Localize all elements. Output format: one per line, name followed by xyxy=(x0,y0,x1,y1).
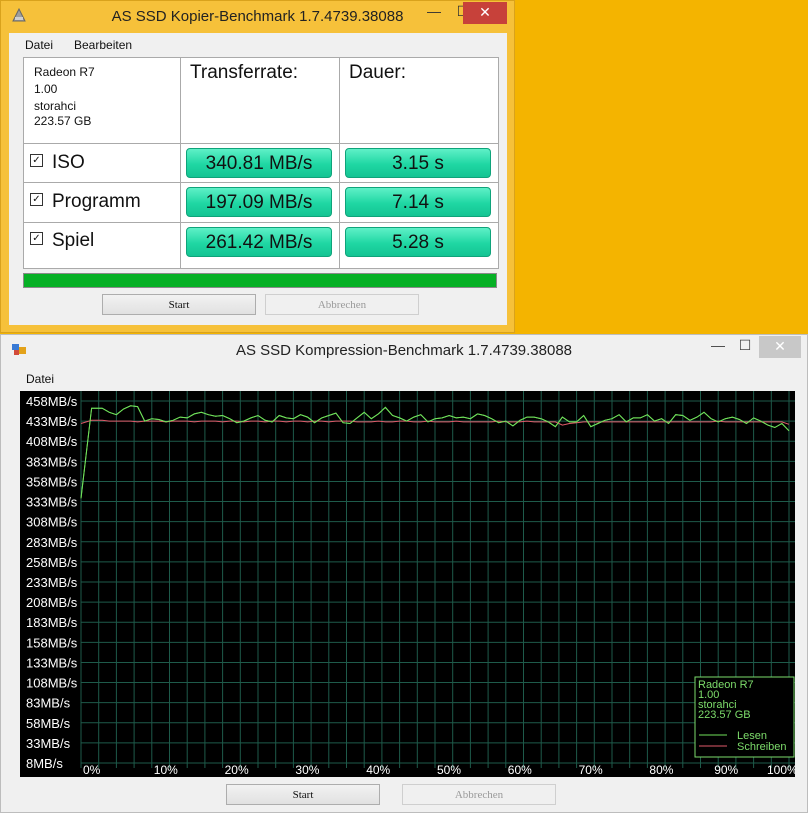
menu-bar: Datei xyxy=(9,367,801,389)
progress-fill xyxy=(24,274,496,287)
menu-datei[interactable]: Datei xyxy=(25,38,53,52)
spiel-label-text: Spiel xyxy=(52,230,95,251)
x-tick-label: 60% xyxy=(508,763,532,777)
row-iso-label[interactable]: ✓ ISO xyxy=(30,152,85,174)
y-tick-label: 233MB/s xyxy=(26,575,78,590)
y-tick-label: 458MB/s xyxy=(26,394,78,409)
copy-window-client: Datei Bearbeiten Radeon R7 1.00 storahci… xyxy=(9,33,507,325)
start-button[interactable]: Start xyxy=(226,784,380,805)
device-info: Radeon R7 1.00 storahci 223.57 GB xyxy=(34,64,95,130)
progress-bar xyxy=(23,273,497,288)
legend-entry-schreiben: Schreiben xyxy=(737,741,787,753)
minimize-button[interactable]: — xyxy=(705,335,731,357)
row-spiel-label[interactable]: ✓ Spiel xyxy=(30,230,94,252)
x-tick-label: 40% xyxy=(366,763,390,777)
device-version: 1.00 xyxy=(34,82,58,96)
iso-checkbox[interactable]: ✓ xyxy=(30,154,43,168)
y-tick-label: 108MB/s xyxy=(26,676,78,691)
spiel-checkbox[interactable]: ✓ xyxy=(30,232,43,246)
y-tick-label: 283MB/s xyxy=(26,535,78,550)
transfer-header: Transferrate: xyxy=(190,62,299,83)
programm-rate: 197.09 MB/s xyxy=(186,187,332,217)
menu-bearbeiten[interactable]: Bearbeiten xyxy=(74,38,132,52)
legend-size: 223.57 GB xyxy=(698,709,751,721)
x-tick-label: 0% xyxy=(83,763,101,777)
y-tick-label: 33MB/s xyxy=(26,736,71,751)
y-tick-label: 408MB/s xyxy=(26,434,78,449)
x-tick-label: 50% xyxy=(437,763,461,777)
y-tick-label: 133MB/s xyxy=(26,655,78,670)
iso-time: 3.15 s xyxy=(345,148,491,178)
y-tick-label: 308MB/s xyxy=(26,515,78,530)
y-tick-label: 58MB/s xyxy=(26,716,71,731)
x-tick-label: 20% xyxy=(225,763,249,777)
results-grid: Radeon R7 1.00 storahci 223.57 GB Transf… xyxy=(23,57,499,269)
maximize-button[interactable]: ☐ xyxy=(734,335,756,357)
y-tick-label: 358MB/s xyxy=(26,474,78,489)
x-tick-label: 100% xyxy=(767,763,795,777)
iso-label-text: ISO xyxy=(52,152,85,173)
x-tick-label: 70% xyxy=(579,763,603,777)
programm-label-text: Programm xyxy=(52,191,141,212)
y-tick-label: 383MB/s xyxy=(26,454,78,469)
menu-datei[interactable]: Datei xyxy=(26,372,54,386)
device-name: Radeon R7 xyxy=(34,65,95,79)
copy-benchmark-window: AS SSD Kopier-Benchmark 1.7.4739.38088 —… xyxy=(0,0,515,333)
y-tick-label: 83MB/s xyxy=(26,696,71,711)
minimize-button[interactable]: — xyxy=(419,1,449,23)
row-programm-label[interactable]: ✓ Programm xyxy=(30,191,141,213)
cancel-button[interactable]: Abbrechen xyxy=(265,294,419,315)
compression-window-title: AS SSD Kompression-Benchmark 1.7.4739.38… xyxy=(235,342,573,359)
iso-rate: 340.81 MB/s xyxy=(186,148,332,178)
y-tick-label: 333MB/s xyxy=(26,495,78,510)
y-tick-label: 183MB/s xyxy=(26,615,78,630)
x-tick-label: 90% xyxy=(714,763,738,777)
spiel-time: 5.28 s xyxy=(345,227,491,257)
close-button[interactable]: ✕ xyxy=(463,2,507,24)
programm-time: 7.14 s xyxy=(345,187,491,217)
close-button[interactable]: ✕ xyxy=(759,336,801,358)
chart-background xyxy=(20,391,795,777)
spiel-rate: 261.42 MB/s xyxy=(186,227,332,257)
menu-bar: Datei Bearbeiten xyxy=(9,33,507,55)
y-tick-label: 8MB/s xyxy=(26,756,63,771)
x-tick-label: 80% xyxy=(649,763,673,777)
y-tick-label: 208MB/s xyxy=(26,595,78,610)
y-tick-label: 158MB/s xyxy=(26,635,78,650)
duration-header: Dauer: xyxy=(349,62,407,83)
x-tick-label: 10% xyxy=(154,763,178,777)
x-tick-label: 30% xyxy=(295,763,319,777)
programm-checkbox[interactable]: ✓ xyxy=(30,193,43,207)
y-tick-label: 258MB/s xyxy=(26,555,78,570)
compression-chart: 458MB/s 433MB/s 408MB/s 383MB/s 358MB/s 333MB… xyxy=(20,391,795,777)
y-tick-label: 433MB/s xyxy=(26,414,78,429)
copy-window-titlebar[interactable]: AS SSD Kopier-Benchmark 1.7.4739.38088 —… xyxy=(1,1,514,32)
compression-window-titlebar[interactable]: AS SSD Kompression-Benchmark 1.7.4739.38… xyxy=(1,335,807,366)
compression-benchmark-window: AS SSD Kompression-Benchmark 1.7.4739.38… xyxy=(0,334,808,813)
device-size: 223.57 GB xyxy=(34,114,92,128)
cancel-button[interactable]: Abbrechen xyxy=(402,784,556,805)
start-button[interactable]: Start xyxy=(102,294,256,315)
